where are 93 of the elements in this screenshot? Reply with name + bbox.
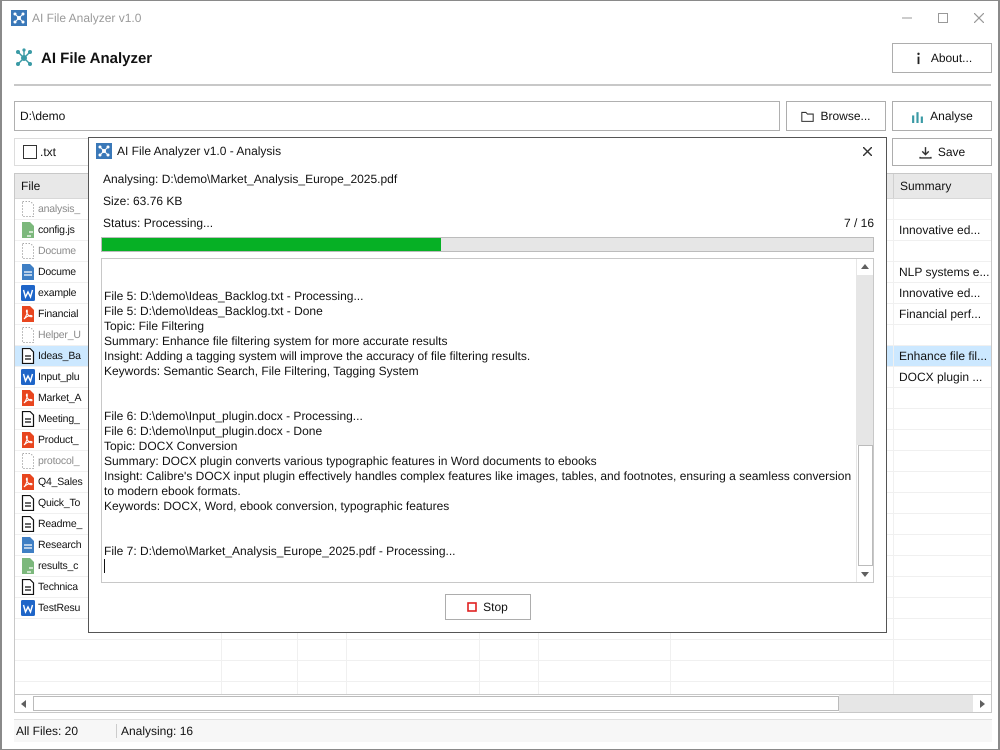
log-line: Topic: File Filtering — [104, 319, 206, 334]
pdf-icon — [21, 390, 35, 406]
word-document-icon — [21, 369, 35, 385]
text-file-icon — [21, 495, 35, 511]
pdf-icon — [21, 432, 35, 448]
file-name: Financial — [38, 308, 78, 320]
pdf-icon — [21, 474, 35, 490]
app-title: AI File Analyzer — [41, 50, 152, 66]
analyse-button[interactable]: Analyse — [892, 101, 992, 131]
file-name: Ideas_Ba — [38, 350, 81, 362]
file-name: Research — [38, 539, 82, 551]
scroll-up-icon[interactable] — [861, 264, 869, 270]
file-name: Technica — [38, 581, 78, 593]
molecule-icon — [14, 48, 34, 68]
summary-cell: Innovative ed... — [899, 286, 980, 300]
log-line: Topic: DOCX Conversion — [104, 439, 238, 454]
scroll-left-icon[interactable] — [21, 700, 27, 708]
word-document-icon — [21, 600, 35, 616]
all-files-count: All Files: 20 — [14, 724, 117, 738]
file-name: config.js — [38, 224, 75, 236]
document-icon — [21, 537, 35, 553]
app-icon — [96, 143, 112, 159]
browse-button[interactable]: Browse... — [786, 101, 886, 131]
path-field[interactable]: D:\demo — [14, 101, 780, 131]
log-line: File 6: D:\demo\Input_plugin.docx - Done — [104, 424, 324, 439]
bar-chart-icon — [911, 110, 924, 122]
file-name: Quick_To — [38, 497, 80, 509]
summary-cell: NLP systems e... — [899, 265, 990, 279]
file-name: Input_plu — [38, 371, 80, 383]
file-name: analysis_ — [38, 203, 80, 215]
close-icon[interactable] — [863, 146, 872, 156]
status-label: Status: Processing... — [103, 216, 214, 230]
horizontal-scrollbar[interactable] — [14, 694, 992, 713]
progress-count: 7 / 16 — [844, 216, 874, 230]
save-button[interactable]: Save — [892, 138, 992, 166]
file-name: Readme_ — [38, 518, 82, 530]
missing-file-icon — [21, 243, 35, 259]
file-name: results_c — [38, 560, 78, 572]
stop-icon — [467, 602, 478, 612]
scroll-right-icon[interactable] — [979, 700, 985, 708]
summary-cell: Enhance file fil... — [899, 349, 988, 363]
dialog-title: AI File Analyzer v1.0 - Analysis — [117, 144, 282, 158]
txt-filter-label: .txt — [40, 145, 56, 159]
missing-file-icon — [21, 453, 35, 469]
maximize-icon[interactable] — [938, 12, 948, 22]
vertical-scrollbar[interactable] — [856, 259, 873, 582]
app-icon — [11, 10, 27, 26]
word-document-icon — [21, 285, 35, 301]
file-name: Docume — [38, 266, 76, 278]
log-line: Insight: Calibre's DOCX input plugin effectively handles complex features like images, tables, and footnotes, ensuring a seamless conversion to modern ebook formats. — [104, 469, 852, 499]
missing-file-icon — [21, 201, 35, 217]
pdf-icon — [21, 306, 35, 322]
file-name: Market_A — [38, 392, 82, 404]
log-line: Insight: Adding a tagging system will improve the accuracy of file filtering results. — [104, 349, 532, 364]
text-file-icon — [21, 411, 35, 427]
scroll-down-icon[interactable] — [861, 571, 869, 577]
file-name: protocol_ — [38, 455, 80, 467]
text-file-icon — [21, 579, 35, 595]
log-line: Summary: DOCX plugin converts various typographic features in Word documents to ebooks — [104, 454, 598, 469]
stop-button[interactable]: Stop — [444, 594, 530, 620]
column-header[interactable]: Summary — [894, 174, 991, 198]
log-line: File 7: D:\demo\Market_Analysis_Europe_2025.pdf - Processing... — [104, 544, 457, 559]
scrollbar-thumb[interactable] — [33, 696, 839, 711]
file-name: TestResu — [38, 602, 80, 614]
document-icon — [21, 264, 35, 280]
file-size-label: Size: 63.76 KB — [102, 193, 184, 210]
log-line: File 5: D:\demo\Ideas_Backlog.txt - Done — [104, 304, 324, 319]
log-line: Keywords: DOCX, Word, ebook conversion, typographic features — [104, 499, 450, 514]
text-file-icon — [21, 516, 35, 532]
log-line: File 6: D:\demo\Input_plugin.docx - Processing... — [104, 409, 364, 424]
missing-file-icon — [21, 327, 35, 343]
about-button[interactable]: About... — [892, 43, 992, 73]
download-icon — [918, 146, 932, 158]
analysing-count: Analysing: 16 — [120, 724, 194, 738]
file-name: Docume — [38, 245, 76, 257]
txt-checkbox[interactable] — [23, 145, 37, 159]
text-file-icon — [21, 348, 35, 364]
file-name: Helper_U — [38, 329, 81, 341]
file-name: example — [38, 287, 76, 299]
file-name: Product_ — [38, 434, 78, 446]
summary-cell: Financial perf... — [899, 307, 982, 321]
file-name: Q4_Sales — [38, 476, 83, 488]
analysing-file-label: Analysing: D:\demo\Market_Analysis_Europe_2025.pdf — [102, 171, 398, 188]
summary-cell: DOCX plugin ... — [899, 370, 982, 384]
log-line: Keywords: Semantic Search, File Filtering, Tagging System — [104, 364, 420, 379]
text-cursor — [104, 559, 105, 573]
file-name: Meeting_ — [38, 413, 80, 425]
scrollbar-thumb[interactable] — [858, 445, 872, 566]
window-title: AI File Analyzer v1.0 — [32, 10, 142, 24]
log-line: Summary: Enhance file filtering system for more accurate results — [104, 334, 448, 349]
folder-icon — [801, 110, 814, 122]
log-line: File 5: D:\demo\Ideas_Backlog.txt - Processing... — [104, 289, 364, 304]
summary-cell: Innovative ed... — [899, 223, 980, 237]
